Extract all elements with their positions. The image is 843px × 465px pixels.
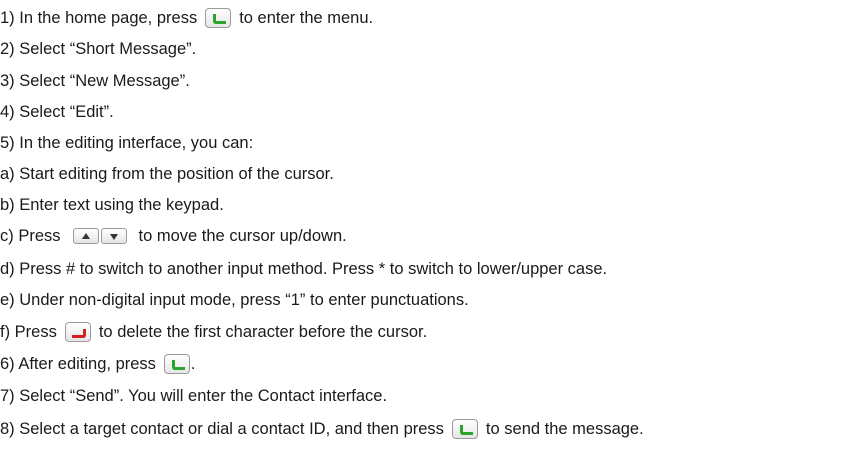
step-3-text: 3) Select “New Message”. <box>0 72 190 90</box>
up-down-nav-keys-icon <box>72 228 127 244</box>
step-4-text: 4) Select “Edit”. <box>0 103 114 121</box>
step-c-text-after: to move the cursor up/down. <box>138 227 347 245</box>
instructions-document: 1) In the home page, press to enter the … <box>0 0 843 465</box>
step-c-line: c) Press to move the cursor up/down. <box>0 226 347 246</box>
step-2-text: 2) Select “Short Message”. <box>0 40 197 58</box>
step-a-text: a) Start editing from the position of th… <box>0 165 334 183</box>
step-e-text: e) Under non-digital input mode, press “… <box>0 291 469 309</box>
step-c-text-before: c) Press <box>0 227 61 245</box>
step-d-text: d) Press # to switch to another input me… <box>0 260 608 278</box>
step-6-text-after: . <box>190 355 196 373</box>
step-7-line: 7) Select “Send”. You will enter the Con… <box>0 386 387 406</box>
step-4-line: 4) Select “Edit”. <box>0 102 114 122</box>
nav-up-key-icon <box>72 228 99 244</box>
step-6-line: 6) After editing, press . <box>0 354 196 374</box>
step-f-line: f) Press to delete the first character b… <box>0 322 427 342</box>
step-f-text-after: to delete the first character before the… <box>98 323 428 341</box>
step-8-text-before: 8) Select a target contact or dial a con… <box>0 420 444 438</box>
step-b-text: b) Enter text using the keypad. <box>0 196 224 214</box>
red-end-key-icon <box>64 322 91 342</box>
step-2-line: 2) Select “Short Message”. <box>0 39 196 59</box>
step-e-line: e) Under non-digital input mode, press “… <box>0 290 469 310</box>
step-1-text-before: 1) In the home page, press <box>0 9 198 27</box>
step-6-text-before: 6) After editing, press <box>0 355 156 373</box>
step-7-text: 7) Select “Send”. You will enter the Con… <box>0 387 388 405</box>
step-8-text-after: to send the message. <box>485 420 644 438</box>
step-8-line: 8) Select a target contact or dial a con… <box>0 419 644 439</box>
step-d-line: d) Press # to switch to another input me… <box>0 259 607 279</box>
step-5-text: 5) In the editing interface, you can: <box>0 134 254 152</box>
green-call-key-icon <box>451 419 478 439</box>
green-call-key-icon <box>163 354 190 374</box>
step-1-line: 1) In the home page, press to enter the … <box>0 8 373 28</box>
step-b-line: b) Enter text using the keypad. <box>0 195 224 215</box>
green-call-key-icon <box>205 8 232 28</box>
step-f-text-before: f) Press <box>0 323 57 341</box>
step-1-text-after: to enter the menu. <box>239 9 374 27</box>
nav-down-key-icon <box>100 228 127 244</box>
step-5-line: 5) In the editing interface, you can: <box>0 133 253 153</box>
step-a-line: a) Start editing from the position of th… <box>0 164 334 184</box>
step-3-line: 3) Select “New Message”. <box>0 71 190 91</box>
